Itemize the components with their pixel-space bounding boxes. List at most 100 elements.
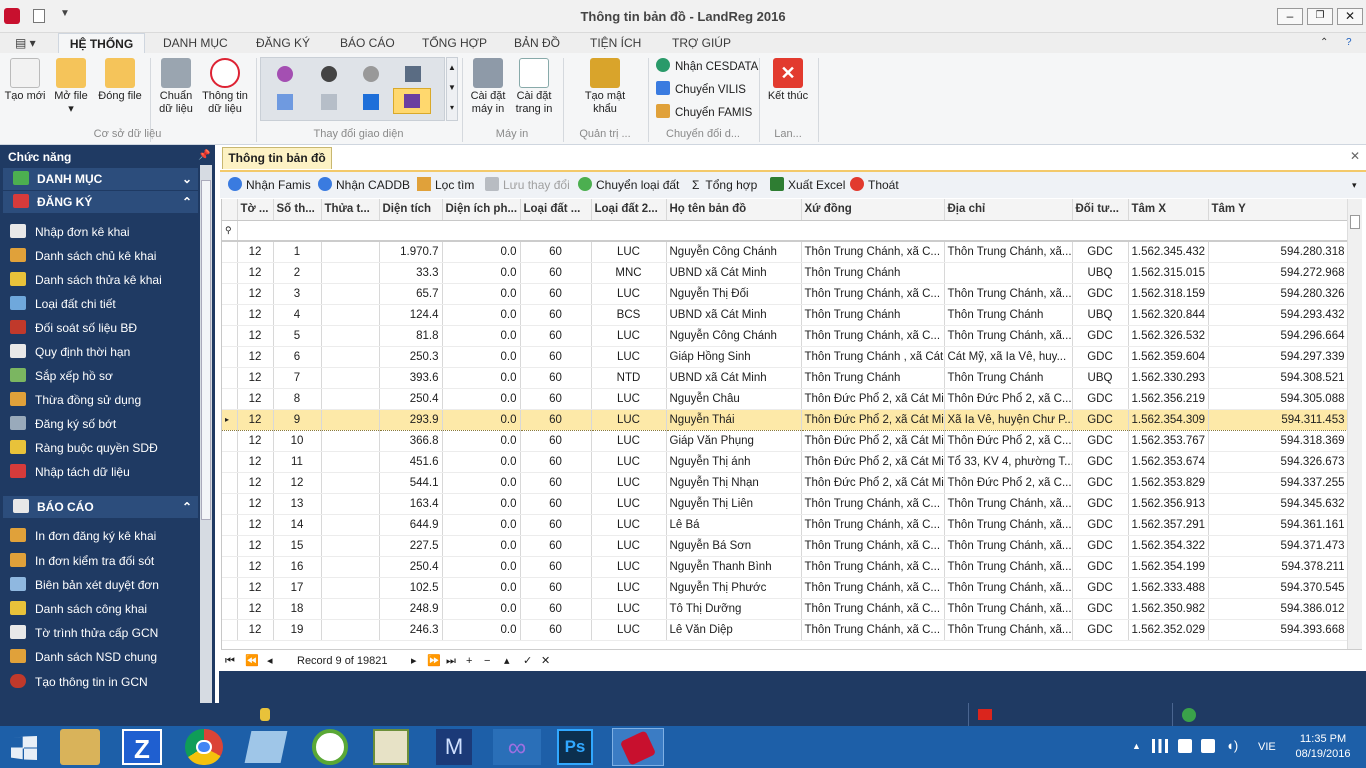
app-green-icon[interactable] — [312, 729, 348, 765]
table-cell[interactable]: LUC — [591, 472, 667, 494]
table-cell[interactable]: LUC — [591, 514, 667, 536]
table-cell[interactable]: 12 — [237, 346, 274, 368]
table-cell[interactable] — [321, 388, 380, 410]
create-password-button[interactable]: Tạo mật khẩu — [580, 58, 630, 116]
close-button[interactable]: ✕ — [1337, 8, 1363, 25]
row-indicator[interactable] — [222, 430, 238, 452]
table-cell[interactable]: 1.562.320.844 — [1128, 304, 1209, 326]
table-cell[interactable]: 60 — [520, 472, 592, 494]
grid-scroll-thumb[interactable] — [1350, 215, 1360, 229]
alert-icon[interactable] — [1178, 739, 1192, 753]
row-indicator[interactable] — [222, 619, 238, 641]
table-cell[interactable]: 1.562.357.291 — [1128, 514, 1209, 536]
row-indicator[interactable] — [222, 451, 238, 473]
table-cell[interactable]: LUC — [591, 430, 667, 452]
table-cell[interactable]: Nguyễn Thị Đối — [666, 283, 802, 305]
table-cell[interactable]: 11 — [273, 451, 322, 473]
receive-caddb-button[interactable]: Nhận CADDB — [318, 177, 410, 193]
table-cell[interactable]: 0.0 — [442, 283, 521, 305]
table-cell[interactable]: GDC — [1072, 493, 1129, 515]
table-cell[interactable]: 60 — [520, 408, 592, 431]
chart-editor-icon[interactable] — [373, 729, 409, 765]
convert-land-type-button[interactable]: Chuyển loại đất — [578, 177, 679, 193]
table-cell[interactable] — [321, 367, 380, 389]
table-cell[interactable]: 594.297.339 — [1208, 346, 1347, 368]
table-cell[interactable]: 12 — [237, 619, 274, 641]
table-cell[interactable]: 0.0 — [442, 556, 521, 578]
infinity-app-icon[interactable]: ∞ — [493, 729, 541, 765]
open-button[interactable]: Mở file ▾ — [50, 58, 92, 116]
table-cell[interactable]: 594.308.521 — [1208, 367, 1347, 389]
table-cell[interactable]: LUC — [591, 241, 667, 263]
col-header[interactable]: Loại đất 2... — [591, 199, 667, 221]
table-cell[interactable]: Thôn Đức Phổ 2, xã Cát Min — [801, 451, 945, 473]
table-cell[interactable]: GDC — [1072, 430, 1129, 452]
table-cell[interactable]: 12 — [237, 408, 274, 431]
table-cell[interactable]: 33.3 — [379, 262, 443, 284]
table-cell[interactable]: 16 — [273, 556, 322, 578]
table-cell[interactable]: 250.3 — [379, 346, 443, 368]
menu-item[interactable]: Đối soát số liệu BĐ — [10, 319, 137, 337]
table-cell[interactable]: Thôn Trung Chánh — [944, 367, 1073, 389]
row-indicator[interactable] — [222, 388, 238, 410]
table-cell[interactable]: 0.0 — [442, 304, 521, 326]
next-record-button[interactable]: ▸ — [411, 650, 417, 672]
photoshop-icon[interactable]: Ps — [557, 729, 593, 765]
table-cell[interactable]: 12 — [237, 472, 274, 494]
table-cell[interactable]: 12 — [237, 304, 274, 326]
table-cell[interactable]: Thôn Trung Chánh — [801, 367, 945, 389]
table-cell[interactable]: 60 — [520, 367, 592, 389]
table-cell[interactable]: Tô Thị Dưỡng — [666, 598, 802, 620]
table-cell[interactable]: Thôn Đức Phổ 2, xã Cát Min — [801, 388, 945, 410]
table-cell[interactable]: LUC — [591, 325, 667, 347]
tab-danh-muc[interactable]: DANH MỤC — [163, 33, 228, 53]
table-cell[interactable]: 60 — [520, 493, 592, 515]
exit-grid-button[interactable]: Thoát — [850, 177, 899, 193]
mapinfo-icon[interactable]: M — [436, 729, 472, 765]
table-cell[interactable]: 594.370.545 — [1208, 577, 1347, 599]
start-icon[interactable] — [11, 736, 37, 760]
table-cell[interactable]: Nguyễn Thị Nhạn — [666, 472, 802, 494]
table-cell[interactable]: LUC — [591, 388, 667, 410]
table-cell[interactable]: 0.0 — [442, 619, 521, 641]
table-cell[interactable] — [321, 408, 380, 431]
panel-scroll-thumb[interactable] — [201, 180, 211, 520]
table-cell[interactable]: 250.4 — [379, 556, 443, 578]
col-header[interactable]: Họ tên bản đồ — [666, 199, 802, 221]
table-cell[interactable]: 12 — [237, 283, 274, 305]
row-indicator[interactable] — [222, 577, 238, 599]
table-cell[interactable]: Nguyễn Châu — [666, 388, 802, 410]
table-cell[interactable]: 0.0 — [442, 493, 521, 515]
col-header[interactable]: Xứ đồng — [801, 199, 945, 221]
table-cell[interactable]: 13 — [273, 493, 322, 515]
table-row[interactable]: 12 14 644.9 0.0 60 LUC Lê Bá Thôn Trung Chánh, … — [222, 514, 1347, 536]
theme-5-icon[interactable] — [277, 94, 293, 110]
table-cell[interactable]: 17 — [273, 577, 322, 599]
table-cell[interactable]: Thôn Trung Chánh, xã... — [944, 325, 1073, 347]
standardize-button[interactable]: Chuẩn dữ liệu — [154, 58, 198, 116]
menu-item[interactable]: Sắp xếp hồ sơ — [10, 367, 113, 385]
table-cell[interactable]: Thôn Trung Chánh, xã... — [944, 283, 1073, 305]
row-indicator[interactable] — [222, 241, 238, 263]
table-cell[interactable]: Thôn Trung Chánh, xã C... — [801, 514, 945, 536]
col-header[interactable]: Diện ích ph... — [442, 199, 521, 221]
col-header[interactable]: Địa chỉ — [944, 199, 1073, 221]
receive-famis-button[interactable]: Nhận Famis — [228, 177, 311, 193]
table-cell[interactable]: 246.3 — [379, 619, 443, 641]
col-header[interactable]: Đối tư... — [1072, 199, 1129, 221]
table-row[interactable]: 12 18 248.9 0.0 60 LUC Tô Thị Dưỡng Thôn Trung … — [222, 598, 1347, 620]
table-cell[interactable]: LUC — [591, 346, 667, 368]
table-cell[interactable]: 60 — [520, 577, 592, 599]
table-cell[interactable]: 8 — [273, 388, 322, 410]
prev-record-button[interactable]: ◂ — [267, 650, 273, 672]
table-cell[interactable]: 0.0 — [442, 367, 521, 389]
tab-ban-do[interactable]: BẢN ĐỒ — [514, 33, 560, 53]
table-cell[interactable]: 293.9 — [379, 408, 443, 431]
restore-button[interactable]: ❐ — [1307, 8, 1333, 25]
table-cell[interactable]: Lê Văn Diệp — [666, 619, 802, 641]
table-cell[interactable]: 250.4 — [379, 388, 443, 410]
section-bao-cao[interactable]: BÁO CÁO ⌃ — [3, 496, 198, 518]
table-row[interactable]: ▸ 12 9 293.9 0.0 60 LUC Nguyễn Thái Thôn Đức Phổ… — [222, 408, 1347, 431]
menu-item[interactable]: Danh sách chủ kê khai — [10, 247, 156, 265]
table-cell[interactable]: NTD — [591, 367, 667, 389]
